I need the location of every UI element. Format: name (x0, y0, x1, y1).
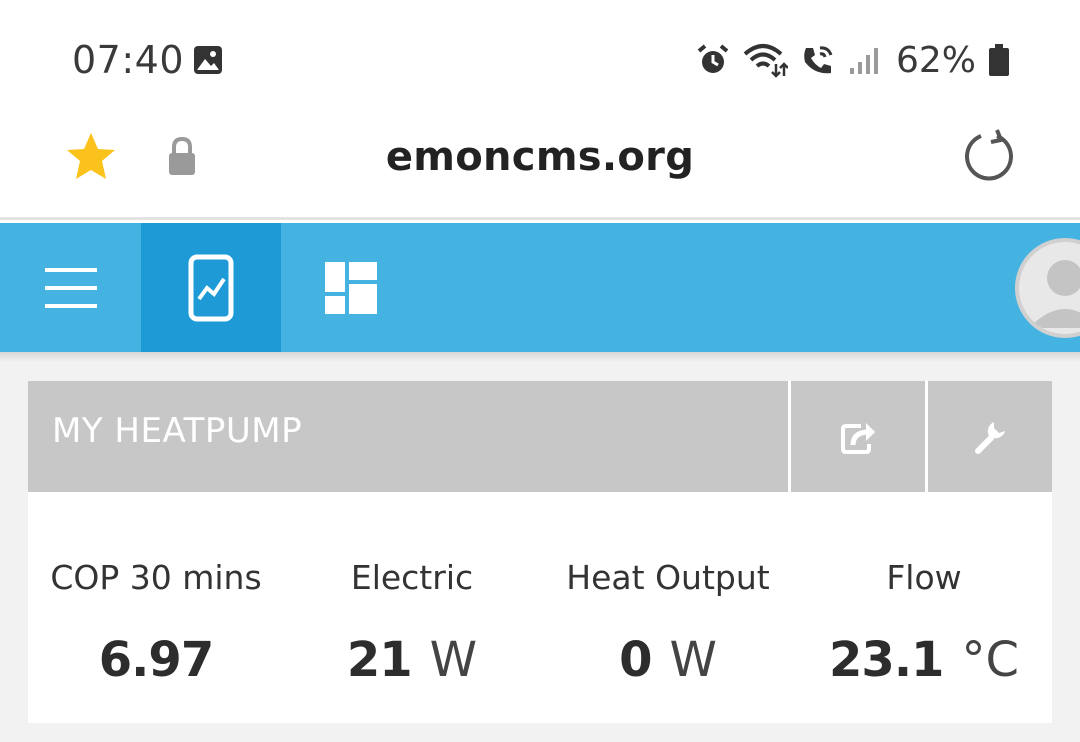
signal-icon (849, 48, 878, 74)
metric-value: 23.1 °C (796, 632, 1052, 688)
hamburger-menu-icon (44, 267, 97, 308)
battery-icon (989, 44, 1009, 76)
wifi-icon (743, 44, 788, 78)
dashboard-icon (325, 261, 377, 314)
browser-url-bar: emoncms.org (0, 110, 1080, 220)
settings-button[interactable] (925, 381, 1052, 492)
graph-icon (188, 254, 234, 321)
metric-number: 0 (619, 632, 652, 688)
metric-number: 6.97 (98, 632, 214, 688)
app-nav-bar (0, 223, 1080, 352)
share-button[interactable] (788, 381, 927, 492)
metric-label: COP 30 mins (50, 558, 262, 597)
metric-flow: Flow 23.1 °C (796, 492, 1052, 723)
gallery-icon (194, 46, 222, 74)
metric-heat-output: Heat Output 0W (540, 492, 796, 723)
metric-value: 21 W (284, 632, 540, 688)
wifi-call-icon (804, 46, 833, 74)
reload-icon[interactable] (960, 128, 1018, 186)
metric-electric: Electric 21 W (284, 492, 540, 723)
panel-title: MY HEATPUMP (52, 411, 303, 451)
user-avatar-icon (1029, 260, 1080, 328)
share-icon (841, 422, 875, 454)
menu-button[interactable] (0, 223, 141, 352)
dashboard-button[interactable] (281, 223, 421, 352)
metric-unit: W (669, 632, 717, 688)
status-bar: 07:40 62% (0, 0, 1080, 110)
metric-cop: COP 30 mins 6.97 (28, 492, 284, 723)
clock: 07:40 (72, 38, 185, 82)
status-icons: 62% (696, 38, 1010, 82)
metric-number: 21 (346, 632, 413, 688)
metric-number: 23.1 (829, 632, 944, 688)
battery-percent: 62% (895, 39, 976, 81)
metric-label: Flow (886, 558, 962, 597)
panel-header: MY HEATPUMP (28, 381, 1052, 492)
alarm-icon (697, 44, 729, 73)
graph-button[interactable] (141, 223, 281, 352)
metric-unit: W (429, 632, 478, 688)
wrench-icon (975, 421, 1005, 454)
user-avatar[interactable] (1015, 238, 1080, 338)
url-text[interactable]: emoncms.org (0, 134, 1080, 180)
panel-body: COP 30 mins 6.97 Electric 21 W Heat Outpu… (28, 492, 1052, 723)
nav-shadow (0, 352, 1080, 362)
metric-label: Electric (350, 558, 474, 597)
metric-unit: °C (961, 632, 1019, 688)
metric-label: Heat Output (566, 558, 770, 597)
metric-value: 6.97 (28, 632, 284, 688)
metric-value: 0W (540, 632, 796, 688)
